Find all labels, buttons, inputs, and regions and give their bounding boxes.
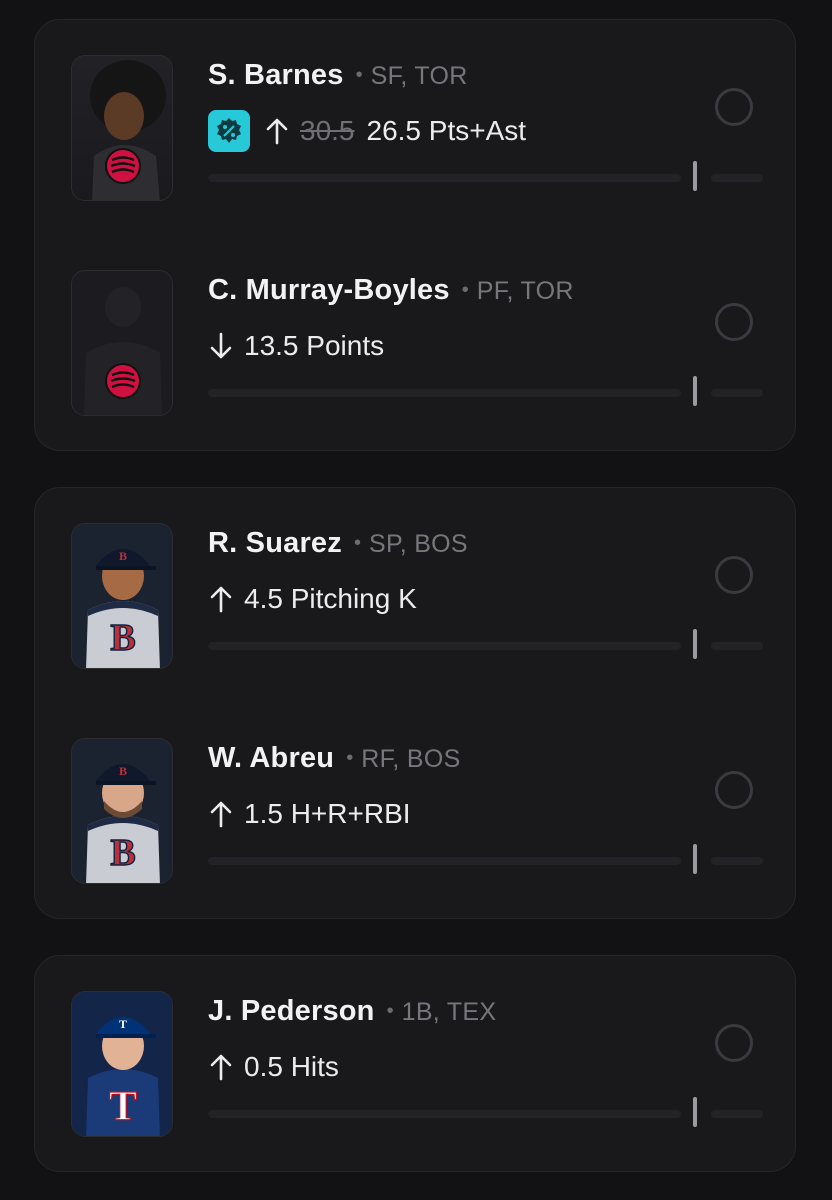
pick-row[interactable]: B B W. Abreu • RF, BOS 1.5 H+R+RBI	[35, 738, 795, 888]
player-position-team: PF, TOR	[476, 277, 574, 305]
player-avatar: B B	[71, 523, 173, 669]
pick-group-card: T T J. Pederson • 1B, TEX 0.5 Hits	[34, 955, 796, 1172]
separator-dot: •	[353, 532, 361, 554]
arrow-up-icon	[266, 118, 288, 145]
svg-text:B: B	[119, 549, 127, 563]
separator-dot: •	[386, 1000, 394, 1022]
progress-track	[208, 1110, 681, 1118]
progress-track	[208, 389, 681, 397]
select-pick-button[interactable]	[715, 88, 753, 126]
progress-marker	[693, 629, 697, 659]
original-line-value: 30.5	[300, 115, 355, 146]
player-name: R. Suarez	[208, 527, 342, 559]
separator-dot: •	[346, 747, 354, 769]
progress-marker	[693, 1097, 697, 1127]
svg-text:B: B	[119, 764, 127, 778]
player-position-team: RF, BOS	[361, 745, 461, 773]
raptors-logo-icon	[105, 148, 141, 184]
player-avatar: T T	[71, 991, 173, 1137]
rangers-logo-icon: T	[108, 1083, 137, 1126]
progress-track-end	[711, 389, 763, 397]
arrow-up-icon	[210, 801, 232, 828]
progress-track	[208, 857, 681, 865]
progress-track-end	[711, 1110, 763, 1118]
arrow-up-icon	[210, 1054, 232, 1081]
select-pick-button[interactable]	[715, 771, 753, 809]
pick-row[interactable]: B B R. Suarez • SP, BOS 4.5 Pitching K	[35, 523, 795, 673]
svg-text:B: B	[110, 832, 135, 873]
svg-text:T: T	[119, 1017, 127, 1031]
player-name: C. Murray-Boyles	[208, 274, 450, 306]
player-name: S. Barnes	[208, 59, 344, 91]
select-pick-button[interactable]	[715, 303, 753, 341]
red-sox-logo-icon: B	[110, 616, 137, 658]
progress-marker	[693, 844, 697, 874]
svg-text:T: T	[109, 1084, 137, 1126]
svg-text:B: B	[110, 617, 135, 658]
arrow-down-icon	[210, 332, 232, 359]
arrow-up-icon	[210, 586, 232, 613]
player-avatar	[71, 55, 173, 201]
select-pick-button[interactable]	[715, 556, 753, 594]
separator-dot: •	[355, 64, 363, 86]
progress-marker	[693, 161, 697, 191]
raptors-logo-icon	[105, 363, 141, 399]
player-avatar: B B	[71, 738, 173, 884]
projection-stat: 4.5 Pitching K	[244, 583, 417, 614]
projection-stat: 26.5 Pts+Ast	[366, 115, 527, 146]
pick-row[interactable]: S. Barnes • SF, TOR 30.5 26.5 Pts+Ast	[35, 55, 795, 205]
player-position-team: 1B, TEX	[401, 998, 497, 1026]
progress-track	[208, 642, 681, 650]
pick-group-card: S. Barnes • SF, TOR 30.5 26.5 Pts+Ast C.…	[34, 19, 796, 451]
pick-group-card: B B R. Suarez • SP, BOS 4.5 Pitching K B…	[34, 487, 796, 919]
red-sox-logo-icon: B	[110, 831, 137, 873]
player-position-team: SP, BOS	[368, 530, 468, 558]
progress-track-end	[711, 857, 763, 865]
projection-stat: 0.5 Hits	[244, 1051, 339, 1082]
player-name: W. Abreu	[208, 742, 335, 774]
progress-track-end	[711, 174, 763, 182]
player-avatar	[71, 270, 173, 416]
progress-track-end	[711, 642, 763, 650]
projection-stat: 13.5 Points	[244, 330, 385, 361]
pick-row[interactable]: C. Murray-Boyles • PF, TOR 13.5 Points	[35, 270, 795, 420]
discount-badge-icon	[208, 110, 250, 152]
select-pick-button[interactable]	[715, 1024, 753, 1062]
projection-stat: 1.5 H+R+RBI	[244, 798, 411, 829]
separator-dot: •	[461, 279, 469, 301]
player-position-team: SF, TOR	[370, 62, 468, 90]
player-name: J. Pederson	[208, 995, 375, 1027]
pick-row[interactable]: T T J. Pederson • 1B, TEX 0.5 Hits	[35, 991, 795, 1141]
progress-marker	[693, 376, 697, 406]
progress-track	[208, 174, 681, 182]
